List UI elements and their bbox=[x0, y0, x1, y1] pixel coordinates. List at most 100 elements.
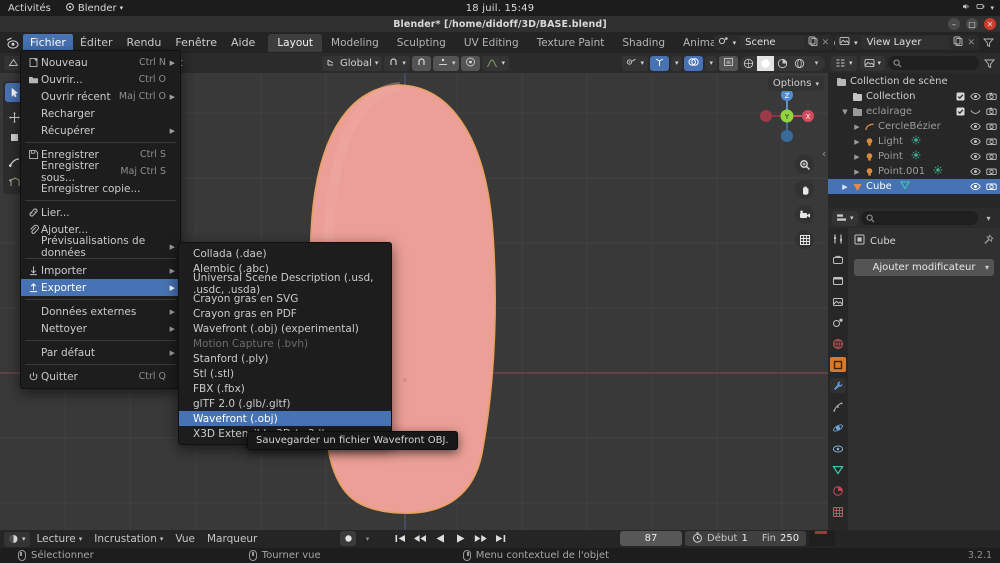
gizmo-options-chevron[interactable]: ▾ bbox=[670, 55, 683, 71]
view-layer-selector[interactable]: ▾ View Layer ✕ bbox=[835, 35, 979, 50]
camera-icon[interactable] bbox=[986, 107, 997, 116]
properties-tab-column[interactable] bbox=[828, 228, 848, 530]
tab-modeling[interactable]: Modeling bbox=[322, 34, 388, 52]
new-scene-icon[interactable] bbox=[808, 36, 818, 49]
snap-target-selector[interactable]: ▾ bbox=[384, 55, 410, 71]
gizmo-toggle[interactable] bbox=[649, 55, 669, 71]
timeline-editor[interactable]: ▾ Lecture ▾ Incrustation ▾ Vue Marqueur … bbox=[0, 530, 1000, 548]
properties-options-chevron-icon[interactable]: ▾ bbox=[981, 211, 996, 226]
menu-rendu[interactable]: Rendu bbox=[120, 34, 169, 52]
new-view-layer-icon[interactable] bbox=[953, 36, 963, 49]
outliner-editor[interactable]: ▾ ▾ Collection de scène Collection ▼ ecl… bbox=[828, 53, 1000, 208]
tab-object-icon[interactable] bbox=[830, 357, 846, 372]
start-frame-value[interactable]: 1 bbox=[741, 533, 747, 544]
menu-fenetre[interactable]: Fenêtre bbox=[168, 34, 224, 52]
export-item-wavefront-experimental[interactable]: Wavefront (.obj) (experimental) bbox=[179, 321, 391, 336]
outliner-row-cerclebezier[interactable]: ▶ CercleBézier bbox=[828, 119, 1000, 134]
snap-toggle[interactable] bbox=[411, 55, 431, 71]
solid-shading-button[interactable] bbox=[757, 55, 774, 71]
timeline-menu-vue[interactable]: Vue bbox=[170, 532, 200, 546]
outliner-row-collection[interactable]: Collection bbox=[828, 89, 1000, 104]
camera-icon[interactable] bbox=[986, 152, 997, 161]
camera-icon[interactable] bbox=[986, 137, 997, 146]
menu-editer[interactable]: Éditer bbox=[73, 34, 120, 52]
toggle-ortho-perspective-icon[interactable] bbox=[795, 230, 814, 249]
menu-item-ouvrir-recent[interactable]: Ouvrir récent Maj Ctrl O ▶ bbox=[21, 88, 180, 105]
menu-item-enregistrer-sous[interactable]: Enregistrer sous... Maj Ctrl S bbox=[21, 160, 180, 184]
export-item-grease-pencil-pdf[interactable]: Crayon gras en PDF bbox=[179, 306, 391, 321]
disclosure-triangle-icon[interactable]: ▶ bbox=[852, 138, 862, 146]
tab-tool-icon[interactable] bbox=[830, 231, 846, 246]
transform-orientation-selector[interactable]: Global ▾ bbox=[322, 55, 383, 71]
tab-view-layer-icon[interactable] bbox=[830, 294, 846, 309]
shading-options-chevron[interactable]: ▾ bbox=[808, 56, 825, 71]
disclosure-triangle-icon[interactable]: ▶ bbox=[852, 123, 862, 131]
export-item-fbx[interactable]: FBX (.fbx) bbox=[179, 381, 391, 396]
menu-item-exporter[interactable]: Exporter ▶ bbox=[21, 279, 180, 296]
viewport-options-button[interactable]: Options ▾ bbox=[767, 76, 824, 91]
tab-output-icon[interactable] bbox=[830, 273, 846, 288]
outliner-row-point-001[interactable]: ▶ Point.001 bbox=[828, 164, 1000, 179]
camera-icon[interactable] bbox=[986, 167, 997, 176]
jump-to-start-icon[interactable] bbox=[392, 531, 409, 546]
outliner-row-point[interactable]: ▶ Point bbox=[828, 149, 1000, 164]
timeline-menu-incrustation[interactable]: Incrustation ▾ bbox=[89, 532, 168, 546]
system-indicators[interactable]: ▾ bbox=[962, 2, 994, 14]
window-controls[interactable]: – □ ✕ bbox=[948, 16, 996, 32]
view-layer-name[interactable]: View Layer bbox=[861, 36, 950, 49]
menu-item-ouvrir[interactable]: Ouvrir... Ctrl O bbox=[21, 71, 180, 88]
auto-keying-button[interactable] bbox=[340, 531, 356, 546]
eye-icon[interactable] bbox=[970, 92, 981, 101]
properties-editor[interactable]: ▾ ▾ Cube Ajouter modificateur ▾ bbox=[828, 208, 1000, 530]
proportional-editing-toggle[interactable] bbox=[461, 55, 481, 71]
scene-selector[interactable]: ▾ Scene ✕ bbox=[713, 35, 834, 50]
eye-closed-icon[interactable] bbox=[970, 107, 981, 116]
navigation-gizmo[interactable]: Z X Y bbox=[754, 83, 820, 149]
disclosure-triangle-icon[interactable]: ▶ bbox=[852, 168, 862, 176]
menu-item-enregistrer-copie[interactable]: Enregistrer copie... bbox=[21, 180, 180, 197]
properties-editor-type-button[interactable]: ▾ bbox=[832, 210, 858, 226]
menu-item-nettoyer[interactable]: Nettoyer ▶ bbox=[21, 320, 180, 337]
menu-fichier[interactable]: Fichier bbox=[23, 33, 73, 52]
minimize-button[interactable]: – bbox=[948, 18, 960, 30]
menu-item-recharger[interactable]: Recharger bbox=[21, 105, 180, 122]
properties-search-input[interactable] bbox=[860, 211, 978, 225]
timeline-editor-type-button[interactable]: ▾ bbox=[4, 531, 30, 547]
blender-logo-icon[interactable] bbox=[3, 34, 23, 52]
outliner-editor-type-button[interactable]: ▾ bbox=[831, 55, 857, 71]
current-frame-field[interactable]: 87 bbox=[620, 531, 682, 546]
system-clock[interactable]: 18 juil. 15:49 bbox=[0, 3, 1000, 14]
overlay-options-chevron[interactable]: ▾ bbox=[705, 55, 717, 71]
outliner-tree[interactable]: Collection de scène Collection ▼ eclaira… bbox=[828, 73, 1000, 194]
eye-icon[interactable] bbox=[970, 167, 981, 176]
timeline-menu-lecture[interactable]: Lecture ▾ bbox=[32, 532, 88, 546]
menu-item-quitter[interactable]: Quitter Ctrl Q bbox=[21, 368, 180, 385]
camera-icon[interactable] bbox=[986, 122, 997, 131]
wireframe-shading-button[interactable] bbox=[740, 56, 757, 71]
export-item-stl[interactable]: Stl (.stl) bbox=[179, 366, 391, 381]
disclosure-triangle-icon[interactable]: ▶ bbox=[852, 153, 862, 161]
zoom-view-icon[interactable] bbox=[795, 155, 814, 174]
tab-particles-icon[interactable] bbox=[830, 399, 846, 414]
tab-uv-editing[interactable]: UV Editing bbox=[455, 34, 528, 52]
visibility-selector[interactable]: ▾ bbox=[622, 55, 648, 71]
auto-keying-chevron-icon[interactable]: ▾ bbox=[359, 531, 376, 546]
disclosure-triangle-icon[interactable]: ▼ bbox=[840, 108, 850, 116]
menu-item-lier[interactable]: Lier... bbox=[21, 204, 180, 221]
tab-texture-paint[interactable]: Texture Paint bbox=[528, 34, 614, 52]
menu-item-nouveau[interactable]: Nouveau Ctrl N ▶ bbox=[21, 54, 180, 71]
export-item-stanford-ply[interactable]: Stanford (.ply) bbox=[179, 351, 391, 366]
filter-icon[interactable] bbox=[981, 35, 996, 50]
pin-icon[interactable] bbox=[983, 234, 994, 248]
pan-view-icon[interactable] bbox=[795, 180, 814, 199]
frame-range-fields[interactable]: Début 1 Fin 250 bbox=[685, 531, 807, 546]
menu-item-par-defaut[interactable]: Par défaut ▶ bbox=[21, 344, 180, 361]
checkbox-icon[interactable] bbox=[956, 92, 965, 101]
outliner-row-scene-collection[interactable]: Collection de scène bbox=[828, 74, 1000, 89]
overlays-toggle[interactable] bbox=[684, 55, 704, 71]
checkbox-icon[interactable] bbox=[956, 107, 965, 116]
tab-sculpting[interactable]: Sculpting bbox=[388, 34, 455, 52]
outliner-row-light[interactable]: ▶ Light bbox=[828, 134, 1000, 149]
tab-render-icon[interactable] bbox=[830, 252, 846, 267]
timeline-menu-marqueur[interactable]: Marqueur bbox=[202, 532, 262, 546]
